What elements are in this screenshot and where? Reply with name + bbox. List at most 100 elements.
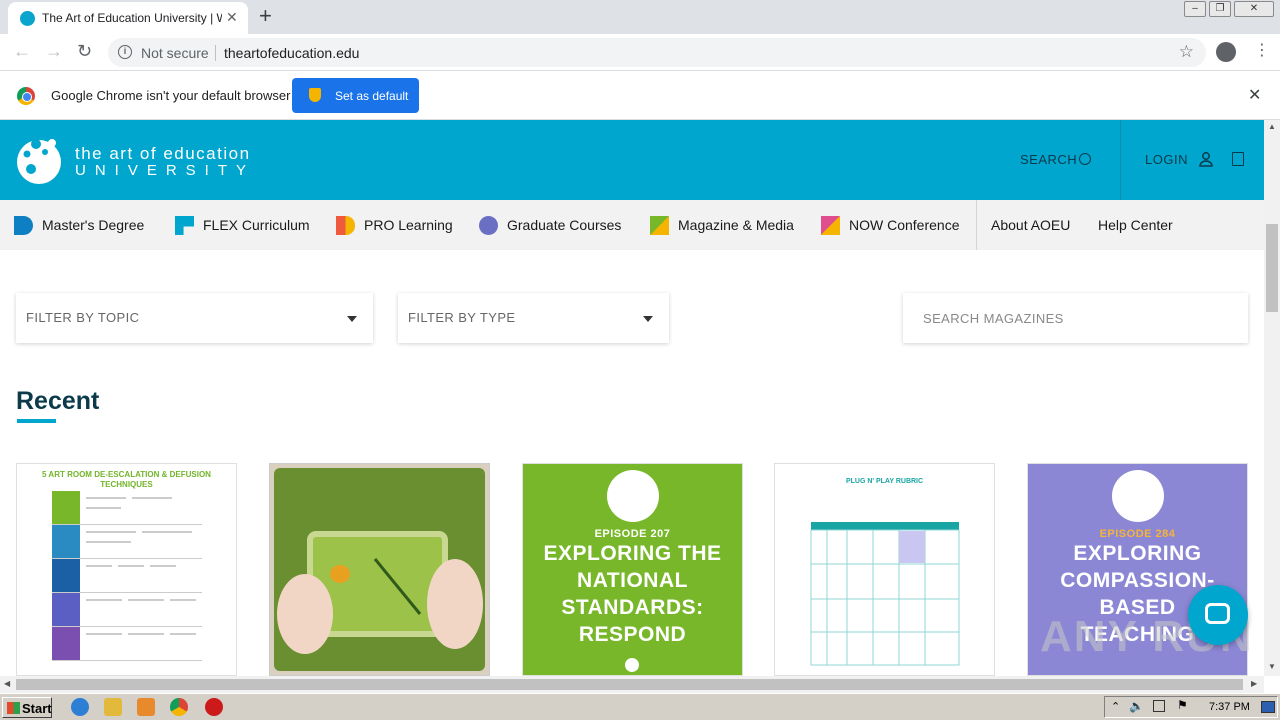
url-text[interactable]: theartofeducation.edu bbox=[224, 45, 359, 61]
tab-strip: The Art of Education University | We ✕ +… bbox=[0, 0, 1280, 34]
infobar-message: Google Chrome isn't your default browser bbox=[51, 88, 291, 103]
nav-divider bbox=[976, 200, 977, 250]
stop-icon[interactable] bbox=[205, 698, 223, 716]
close-tab-icon[interactable]: ✕ bbox=[226, 9, 238, 25]
media-player-icon[interactable] bbox=[137, 698, 155, 716]
rubric-table-thumbnail bbox=[810, 522, 960, 666]
horizontal-scrollbar[interactable]: ◀ ▶ bbox=[0, 676, 1264, 693]
filter-topic-label: FILTER BY TOPIC bbox=[26, 310, 140, 325]
nav-label: Help Center bbox=[1098, 217, 1173, 233]
reload-icon[interactable]: ↻ bbox=[77, 41, 92, 61]
clock[interactable]: 7:37 PM bbox=[1209, 701, 1250, 713]
chat-bubble-icon bbox=[1205, 603, 1230, 624]
user-icon[interactable] bbox=[1199, 152, 1213, 167]
brand-name-line1[interactable]: the art of education bbox=[75, 144, 251, 164]
scroll-up-icon[interactable]: ▲ bbox=[1268, 122, 1276, 131]
security-status: Not secure bbox=[141, 45, 209, 61]
search-icon[interactable] bbox=[1079, 153, 1091, 165]
volume-icon[interactable]: 🔈 bbox=[1129, 699, 1144, 713]
desktop-icon[interactable] bbox=[1261, 701, 1275, 713]
forward-icon[interactable]: → bbox=[45, 41, 63, 61]
nav-label: FLEX Curriculum bbox=[203, 217, 310, 233]
now-conference-icon bbox=[821, 216, 840, 235]
ie-icon[interactable] bbox=[71, 698, 89, 716]
document-table-thumbnail bbox=[52, 491, 202, 667]
shield-icon bbox=[309, 88, 321, 102]
nav-label: PRO Learning bbox=[364, 217, 453, 233]
address-separator bbox=[215, 45, 216, 61]
caret-down-icon bbox=[643, 316, 653, 322]
flex-curriculum-icon bbox=[175, 216, 194, 235]
info-icon[interactable]: i bbox=[118, 45, 132, 59]
pro-learning-icon bbox=[336, 216, 355, 235]
vertical-scroll-thumb[interactable] bbox=[1266, 224, 1278, 312]
system-tray: ⌃ 🔈 ⚑ 7:37 PM bbox=[1104, 696, 1278, 718]
close-infobar-icon[interactable]: ✕ bbox=[1248, 85, 1261, 105]
scroll-right-icon[interactable]: ▶ bbox=[1251, 679, 1257, 688]
filter-by-type-dropdown[interactable]: FILTER BY TYPE bbox=[398, 293, 669, 343]
filter-by-topic-dropdown[interactable]: FILTER BY TOPIC bbox=[16, 293, 373, 343]
masters-degree-icon bbox=[14, 216, 33, 235]
caret-down-icon bbox=[347, 316, 357, 322]
nav-label: Graduate Courses bbox=[507, 217, 622, 233]
close-window-button[interactable]: ✕ bbox=[1234, 1, 1274, 17]
section-title-underline bbox=[17, 419, 56, 423]
minimize-button[interactable]: – bbox=[1184, 1, 1206, 17]
taskbar: Start ⌃ 🔈 ⚑ 7:37 PM bbox=[0, 693, 1280, 720]
new-tab-button[interactable]: + bbox=[259, 5, 272, 27]
chat-button[interactable] bbox=[1188, 585, 1248, 645]
maximize-button[interactable]: ❐ bbox=[1209, 1, 1231, 17]
menu-kebab-icon[interactable]: ⋮ bbox=[1254, 41, 1270, 61]
cart-icon[interactable] bbox=[1232, 152, 1244, 166]
scroll-down-icon[interactable]: ▼ bbox=[1268, 662, 1276, 671]
address-bar[interactable]: i Not secure theartofeducation.edu ☆ bbox=[108, 38, 1206, 67]
start-button[interactable]: Start bbox=[2, 697, 52, 718]
episode-number: EPISODE 284 bbox=[1099, 528, 1176, 540]
podcast-episode-card[interactable]: EPISODE 207 EXPLORING THE NATIONAL STAND… bbox=[522, 463, 743, 676]
nav-label: Magazine & Media bbox=[678, 217, 794, 233]
header-divider bbox=[1120, 120, 1121, 200]
section-title: Recent bbox=[16, 387, 100, 415]
page-viewport: the art of education UNIVERSITY SEARCH L… bbox=[0, 120, 1264, 676]
episode-number: EPISODE 207 bbox=[594, 528, 671, 540]
card-document-heading: 5 ART ROOM DE-ESCALATION & DEFUSION TECH… bbox=[42, 470, 211, 489]
browser-toolbar: ← → ↻ i Not secure theartofeducation.edu… bbox=[0, 34, 1280, 71]
vertical-scrollbar[interactable]: ▲ ▼ bbox=[1264, 120, 1280, 676]
header-login-link[interactable]: LOGIN bbox=[1145, 152, 1188, 167]
palette-logo-icon[interactable] bbox=[16, 134, 62, 186]
nav-label: About AOEU bbox=[991, 217, 1071, 233]
scroll-left-icon[interactable]: ◀ bbox=[4, 679, 10, 688]
favicon-icon bbox=[20, 11, 35, 26]
tray-expand-icon[interactable]: ⌃ bbox=[1111, 700, 1120, 713]
horizontal-scroll-thumb[interactable] bbox=[16, 679, 1243, 690]
bookmark-star-icon[interactable]: ☆ bbox=[1179, 42, 1194, 62]
set-as-default-button[interactable]: Set as default bbox=[292, 78, 419, 113]
default-browser-infobar: Google Chrome isn't your default browser… bbox=[0, 71, 1280, 120]
article-card[interactable]: PLUG N' PLAY RUBRIC bbox=[774, 463, 995, 676]
brand-name-line2[interactable]: UNIVERSITY bbox=[75, 162, 255, 179]
podcast-badge-icon bbox=[1112, 470, 1164, 522]
flag-icon[interactable]: ⚑ bbox=[1177, 698, 1188, 712]
chrome-icon bbox=[17, 87, 35, 105]
profile-icon[interactable] bbox=[1216, 42, 1236, 62]
search-magazines-input[interactable] bbox=[903, 293, 1248, 343]
header-search-link[interactable]: SEARCH bbox=[1020, 152, 1077, 167]
set-as-default-label: Set as default bbox=[335, 89, 409, 103]
browser-tab[interactable]: The Art of Education University | We ✕ bbox=[8, 2, 248, 34]
network-icon[interactable] bbox=[1153, 700, 1165, 712]
back-icon[interactable]: ← bbox=[13, 41, 31, 61]
start-label: Start bbox=[22, 701, 52, 716]
mini-logo-icon bbox=[625, 658, 639, 672]
nav-label: Master's Degree bbox=[42, 217, 145, 233]
nav-label: NOW Conference bbox=[849, 217, 960, 233]
tab-title: The Art of Education University | We bbox=[42, 11, 222, 25]
article-card[interactable]: 5 ART ROOM DE-ESCALATION & DEFUSION TECH… bbox=[16, 463, 237, 676]
windows-flag-icon bbox=[7, 702, 20, 714]
main-nav: Master's Degree FLEX Curriculum PRO Lear… bbox=[0, 200, 1264, 250]
graduate-courses-icon bbox=[479, 216, 498, 235]
article-card[interactable] bbox=[269, 463, 490, 676]
chrome-taskbar-icon[interactable] bbox=[170, 698, 188, 716]
site-header: the art of education UNIVERSITY SEARCH L… bbox=[0, 120, 1264, 200]
magazine-media-icon bbox=[650, 216, 669, 235]
folder-icon[interactable] bbox=[104, 698, 122, 716]
